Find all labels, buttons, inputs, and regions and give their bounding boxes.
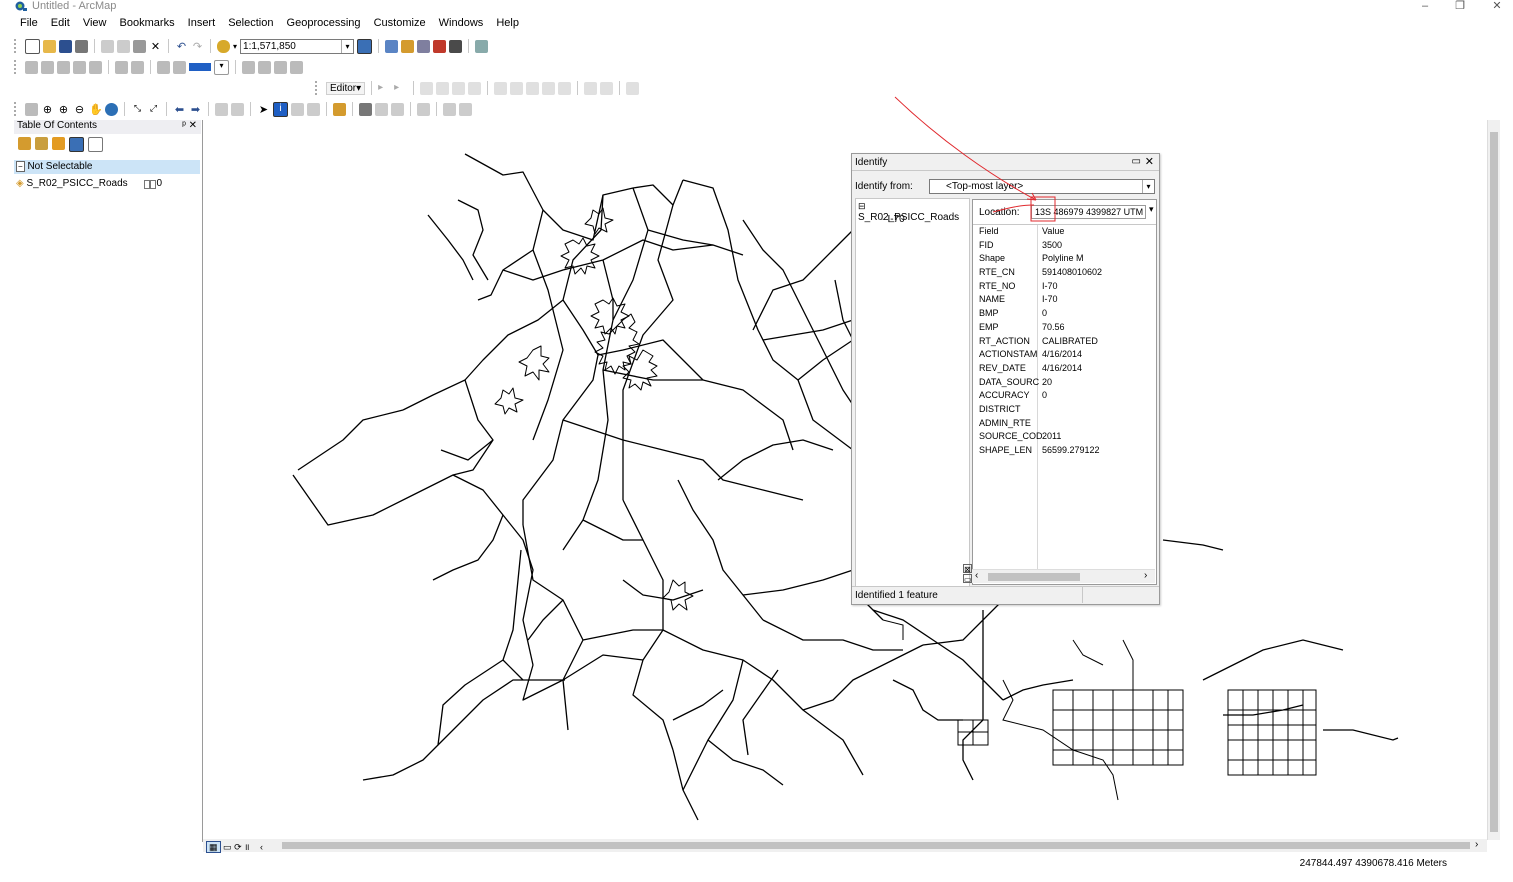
annotation-arrow-line xyxy=(992,204,1035,213)
annotation-highlight-box xyxy=(1030,196,1056,222)
annotation-arrow-line xyxy=(894,96,1037,201)
red-annotation-overlay xyxy=(894,96,1056,222)
